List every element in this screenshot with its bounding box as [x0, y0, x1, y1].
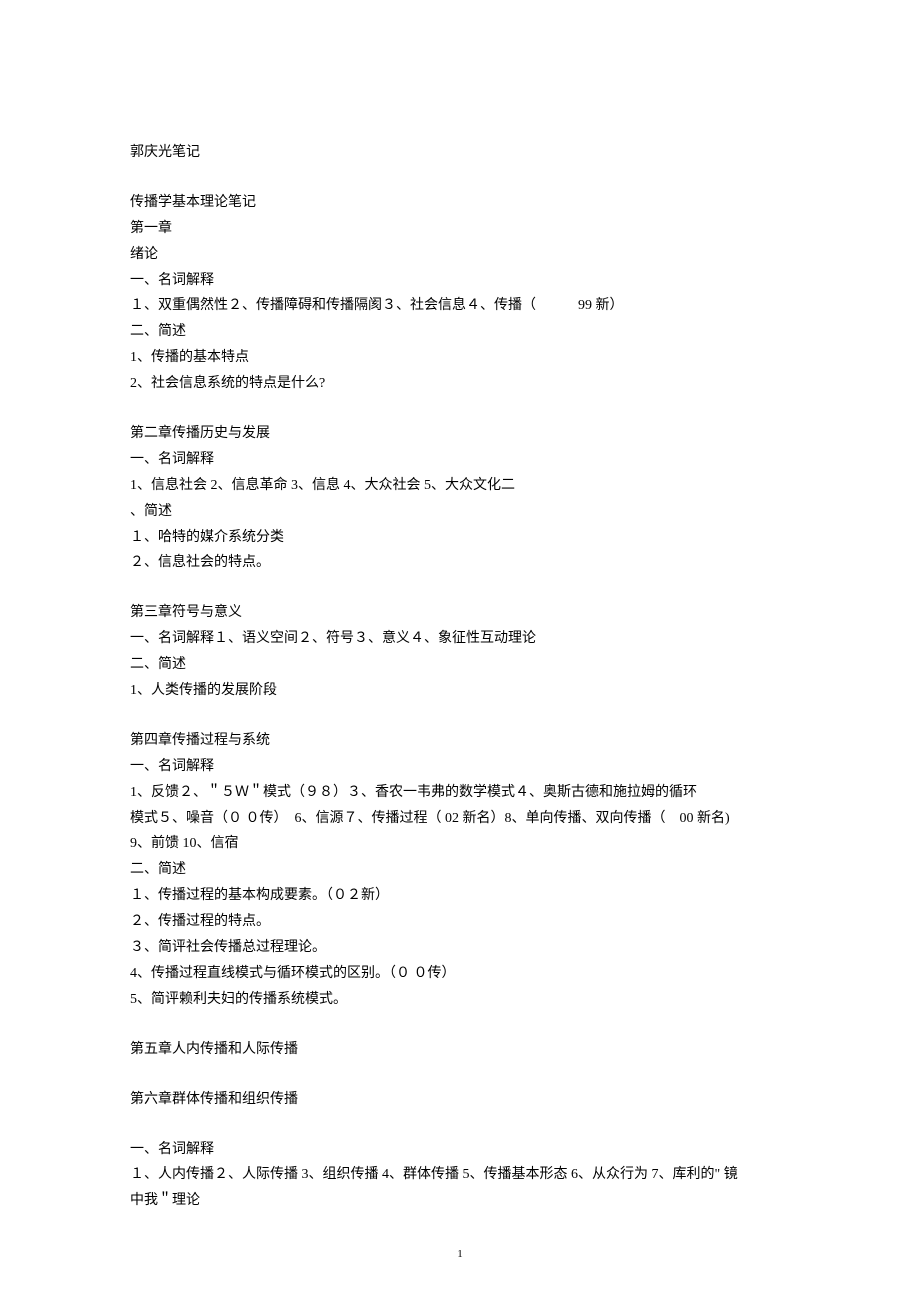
text-line: 5、简评赖利夫妇的传播系统模式。: [130, 987, 790, 1013]
text-line: 第四章传播过程与系统: [130, 728, 790, 754]
text-line: 第一章: [130, 216, 790, 242]
page-number: 1: [130, 1244, 790, 1264]
text-line: １、传播过程的基本构成要素。（０２新）: [130, 883, 790, 909]
document-page: 郭庆光笔记 传播学基本理论笔记 第一章 绪论 一、名词解释 １、双重偶然性２、传…: [0, 0, 920, 1315]
text-line: 1、信息社会 2、信息革命 3、信息 4、大众社会 5、大众文化二: [130, 473, 790, 499]
text-line: 第三章符号与意义: [130, 600, 790, 626]
text-line: 第二章传播历史与发展: [130, 421, 790, 447]
text-line: ２、信息社会的特点。: [130, 550, 790, 576]
text-line: １、双重偶然性２、传播障碍和传播隔阂３、社会信息４、传播（ 99 新）: [130, 293, 790, 319]
text-line: 绪论: [130, 242, 790, 268]
text-line: 二、简述: [130, 652, 790, 678]
text-line: ３、简评社会传播总过程理论。: [130, 935, 790, 961]
text-line: 二、简述: [130, 857, 790, 883]
text-line: ２、传播过程的特点。: [130, 909, 790, 935]
text-line: 一、名词解释: [130, 447, 790, 473]
chapter4-block: 第四章传播过程与系统 一、名词解释 1、反馈２、＂５Ｗ＂模式（９８）３、香农一韦…: [130, 728, 790, 1013]
text-line: 传播学基本理论笔记: [130, 190, 790, 216]
chapter2-block: 第二章传播历史与发展 一、名词解释 1、信息社会 2、信息革命 3、信息 4、大…: [130, 421, 790, 576]
text-line: 一、名词解释: [130, 268, 790, 294]
doc-title: 郭庆光笔记: [130, 140, 790, 166]
text-line: 1、传播的基本特点: [130, 345, 790, 371]
text-line: 一、名词解释１、语义空间２、符号３、意义４、象征性互动理论: [130, 626, 790, 652]
text-line: 4、传播过程直线模式与循环模式的区别。（０ ０传）: [130, 961, 790, 987]
text-line: 9、前馈 10、信宿: [130, 831, 790, 857]
text-line: 1、人类传播的发展阶段: [130, 678, 790, 704]
text-line: 1、反馈２、＂５Ｗ＂模式（９８）３、香农一韦弗的数学模式４、奥斯古德和施拉姆的循…: [130, 780, 790, 806]
text-line: 二、简述: [130, 319, 790, 345]
text-line: 中我＂理论: [130, 1188, 790, 1214]
chapter3-block: 第三章符号与意义 一、名词解释１、语义空间２、符号３、意义４、象征性互动理论 二…: [130, 600, 790, 704]
text-line: 、简述: [130, 499, 790, 525]
text-line: 2、社会信息系统的特点是什么?: [130, 371, 790, 397]
chapter1-block: 传播学基本理论笔记 第一章 绪论 一、名词解释 １、双重偶然性２、传播障碍和传播…: [130, 190, 790, 397]
chapter6b-block: 一、名词解释 １、人内传播２、人际传播 3、组织传播 4、群体传播 5、传播基本…: [130, 1137, 790, 1215]
title-block: 郭庆光笔记: [130, 140, 790, 166]
text-line: １、人内传播２、人际传播 3、组织传播 4、群体传播 5、传播基本形态 6、从众…: [130, 1162, 790, 1188]
chapter6-block: 第六章群体传播和组织传播: [130, 1087, 790, 1113]
text-line: 第五章人内传播和人际传播: [130, 1037, 790, 1063]
text-line: １、哈特的媒介系统分类: [130, 525, 790, 551]
text-line: 第六章群体传播和组织传播: [130, 1087, 790, 1113]
chapter5-block: 第五章人内传播和人际传播: [130, 1037, 790, 1063]
text-line: 模式５、噪音（０ ０传） 6、信源７、传播过程（ 02 新名）8、单向传播、双向…: [130, 806, 790, 832]
text-line: 一、名词解释: [130, 754, 790, 780]
text-line: 一、名词解释: [130, 1137, 790, 1163]
